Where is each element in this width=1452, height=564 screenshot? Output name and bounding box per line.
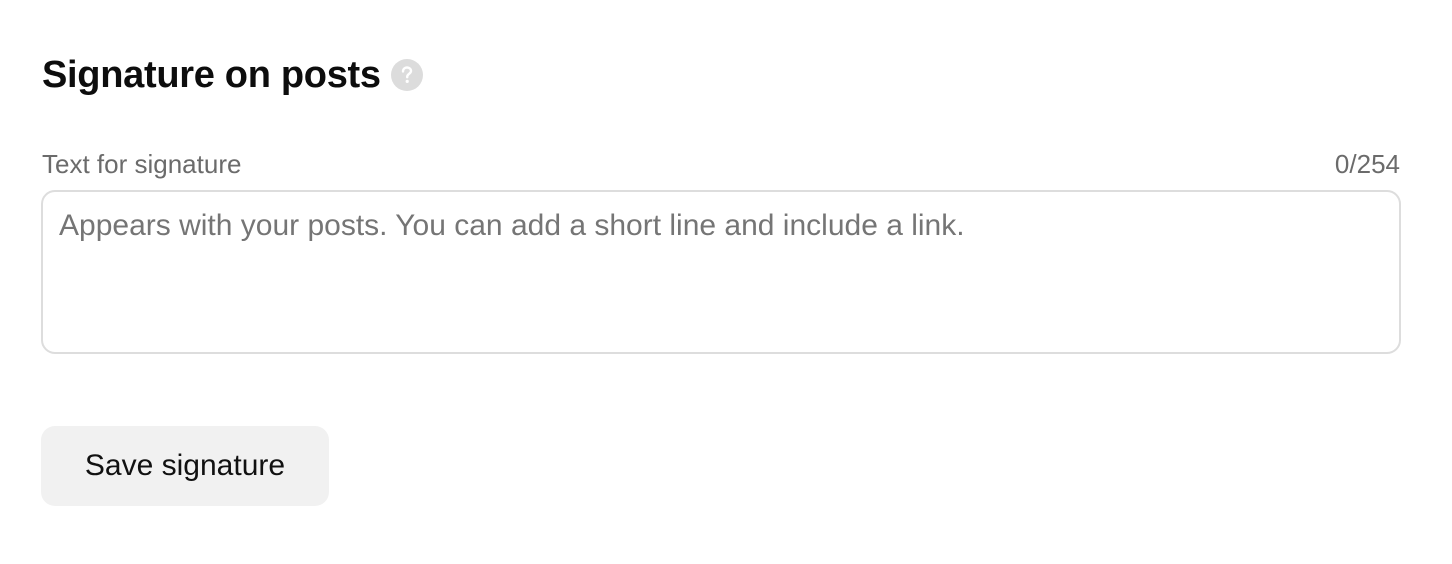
signature-label-row: Text for signature 0/254 bbox=[42, 148, 1400, 180]
section-heading: Signature on posts bbox=[42, 52, 423, 98]
signature-input-container bbox=[41, 190, 1401, 354]
character-counter: 0/254 bbox=[1334, 149, 1400, 179]
save-signature-button[interactable]: Save signature bbox=[41, 426, 329, 506]
signature-settings-page: Signature on posts Text for signature 0/… bbox=[0, 0, 1452, 564]
signature-textarea[interactable] bbox=[43, 192, 1399, 352]
question-circle-icon[interactable] bbox=[390, 59, 423, 91]
section-title: Signature on posts bbox=[42, 54, 381, 96]
signature-field-label: Text for signature bbox=[42, 149, 242, 179]
